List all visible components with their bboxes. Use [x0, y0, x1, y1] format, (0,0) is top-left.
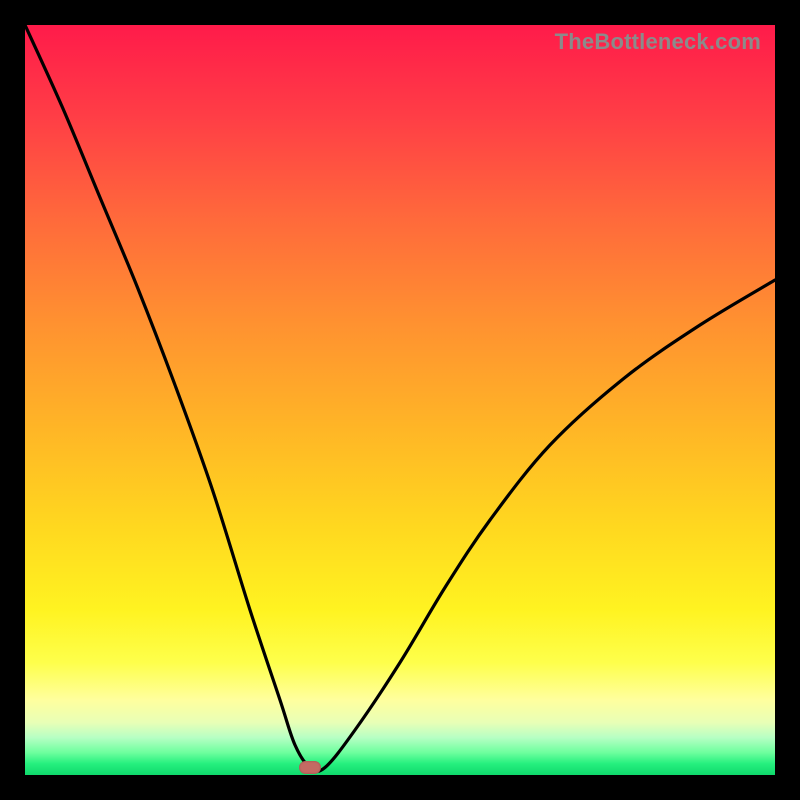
curve-path [25, 25, 775, 771]
bottleneck-curve [25, 25, 775, 775]
watermark-text: TheBottleneck.com [555, 29, 761, 55]
chart-frame: TheBottleneck.com [0, 0, 800, 800]
plot-area: TheBottleneck.com [25, 25, 775, 775]
min-marker [299, 761, 321, 774]
